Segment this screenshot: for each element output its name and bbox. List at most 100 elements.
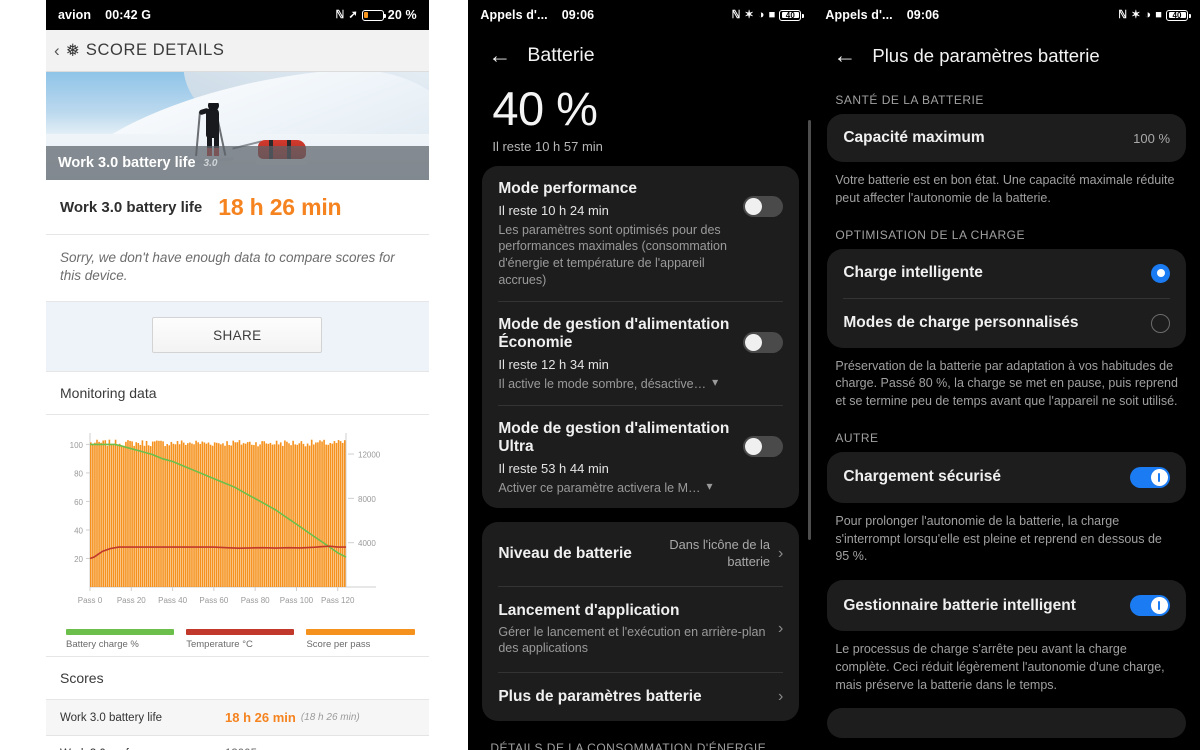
carrier-label: Appels d'... (480, 8, 548, 22)
signal-icon: ■ (1155, 8, 1163, 21)
page-title: Plus de paramètres batterie (872, 44, 1100, 66)
nav-text: Plus de paramètres batterie (498, 688, 770, 706)
nfc-icon: ℕ (731, 8, 741, 21)
mode-remaining: Il reste 12 h 34 min (498, 356, 609, 372)
power-modes-card: Mode performance Il reste 10 h 24 min Le… (482, 166, 800, 509)
battery-percent-label: 40 (1172, 10, 1182, 20)
nfc-icon: ℕ (335, 8, 345, 21)
page-title: Batterie (527, 44, 595, 66)
row-title: Gestionnaire batterie intelligent (843, 596, 1076, 614)
share-button[interactable]: SHARE (152, 317, 323, 354)
scrollbar[interactable] (808, 120, 812, 540)
score-row-value: 18 h 26 min (225, 710, 296, 726)
status-bar-left: avion 00:42 G (58, 8, 151, 22)
chargement-securise-description: Pour prolonger l'autonomie de la batteri… (835, 513, 1162, 564)
battery-percent-big: 40 % (492, 82, 598, 135)
status-bar-right: ℕ ➚ 20 % (336, 8, 417, 22)
battery-percent-label: 40 (785, 10, 795, 20)
hero-version: 3.0 (203, 157, 218, 169)
nav-item-lancement-application[interactable]: Lancement d'application Gérer le lanceme… (498, 587, 783, 673)
charge-optimisation-description: Préservation de la batterie par adaptati… (835, 358, 1178, 409)
radio-modes-personnalises[interactable] (1151, 313, 1171, 333)
score-row-subvalue: (18 h 26 min) (300, 712, 360, 724)
toggle-gestionnaire-batterie[interactable] (1130, 595, 1171, 616)
radio-charge-intelligente[interactable] (1151, 263, 1171, 283)
chevron-right-icon[interactable]: › (778, 688, 783, 706)
nav-item-niveau-de-batterie[interactable]: Niveau de batterie Dans l'icône de la ba… (498, 522, 783, 585)
status-bar-panel3: Appels d'... 09:06 ℕ ✶ ◑ ■ 40 (813, 0, 1200, 30)
option-title: Modes de charge personnalisés (843, 314, 1079, 331)
battery-icon (361, 9, 387, 21)
row-chargement-securise[interactable]: Chargement sécurisé (843, 452, 1171, 503)
mode-toggle-economie[interactable] (743, 331, 784, 353)
chevron-down-icon[interactable]: ▾ (707, 479, 713, 493)
page-title: SCORE DETAILS (85, 41, 225, 59)
chevron-right-icon[interactable]: › (778, 545, 783, 563)
mode-item-ultra[interactable]: Mode de gestion d'alimentation Ultra Il … (498, 406, 784, 509)
monitoring-chart: 20 40 60 80 100 4000 8000 12000 Pass 0 Pass 20 Pas… (46, 415, 429, 657)
nav-item-plus-de-parametres[interactable]: Plus de paramètres batterie › (498, 673, 783, 721)
svg-text:80: 80 (74, 470, 83, 479)
legend-label-score: Score per pass (306, 639, 371, 651)
primary-score-row: Work 3.0 battery life 18 h 26 min (46, 180, 429, 235)
row-gestionnaire-batterie[interactable]: Gestionnaire batterie intelligent (843, 580, 1171, 631)
bluetooth-icon: ✶ (744, 8, 754, 21)
group-label-optimisation: OPTIMISATION DE LA CHARGE (835, 227, 1025, 242)
mode-description-row[interactable]: Il active le mode sombre, désactive… ▾ (498, 372, 733, 393)
app-bar-score-details: ‹ ❅ SCORE DETAILS (46, 30, 429, 72)
option-charge-intelligente[interactable]: Charge intelligente (843, 249, 1171, 298)
mode-text: Mode performance Il reste 10 h 24 min Le… (498, 180, 743, 289)
primary-score-value: 18 h 26 min (218, 193, 342, 220)
wifi-icon: ◑ (757, 8, 765, 21)
row-title: Capacité maximum (843, 129, 985, 146)
battery-header: ← Batterie (468, 30, 813, 77)
svg-text:Pass 0: Pass 0 (78, 596, 103, 605)
mode-title: Mode de gestion d'alimentation Ultra (498, 419, 730, 456)
nav-text: Niveau de batterie (498, 545, 650, 563)
score-row-label: Work 3.0 battery life (60, 711, 163, 724)
row-value: 100 % (1133, 130, 1171, 146)
battery-remaining-label: Il reste 10 h 57 min (492, 139, 603, 154)
wifi-icon: ◑ (1144, 8, 1152, 21)
mode-description-row[interactable]: Activer ce paramètre activera le M… ▾ (498, 476, 733, 497)
hero-caption: Work 3.0 battery life 3.0 (46, 146, 429, 180)
back-arrow-icon[interactable]: ← (488, 44, 511, 67)
chevron-down-icon[interactable]: ▾ (712, 375, 718, 389)
svg-text:Pass 40: Pass 40 (158, 596, 187, 605)
row-title: Chargement sécurisé (843, 468, 1002, 486)
battery-nav-card: Niveau de batterie Dans l'icône de la ba… (482, 522, 800, 722)
mode-toggle-performance[interactable] (743, 196, 784, 217)
svg-text:Pass 120: Pass 120 (321, 596, 355, 605)
mode-toggle-ultra[interactable] (743, 435, 784, 457)
mode-remaining: Il reste 53 h 44 min (498, 460, 609, 476)
svg-text:Pass 80: Pass 80 (241, 596, 270, 605)
group-label-consommation: DÉTAILS DE LA CONSOMMATION D'ÉNERGIE (490, 741, 767, 750)
mode-item-performance[interactable]: Mode performance Il reste 10 h 24 min Le… (498, 166, 784, 301)
group-label-autre: AUTRE (835, 430, 879, 445)
option-modes-personnalises[interactable]: Modes de charge personnalisés (843, 299, 1171, 348)
nav-title: Lancement d'application (498, 601, 680, 619)
group-label-sante: SANTÉ DE LA BATTERIE (835, 93, 984, 107)
row-capacite-maximum[interactable]: Capacité maximum 100 % (843, 114, 1170, 162)
hero-image: Work 3.0 battery life 3.0 (46, 72, 429, 180)
screenshot-stage: avion 00:42 G ℕ ➚ 20 % ‹ ❅ SCORE DETAILS (0, 0, 1200, 750)
battery-percent-label: 20 % (387, 8, 417, 22)
back-arrow-icon[interactable]: ← (833, 44, 856, 67)
chevron-right-icon[interactable]: › (778, 620, 783, 638)
legend-label-battery: Battery charge % (66, 639, 139, 651)
status-bar-panel1: avion 00:42 G ℕ ➚ 20 % (46, 0, 429, 30)
panel-more-battery-settings: Appels d'... 09:06 ℕ ✶ ◑ ■ 40 ← Plus de … (813, 0, 1200, 750)
option-title: Charge intelligente (843, 264, 983, 281)
no-comparison-data-note: Sorry, we don't have enough data to comp… (46, 235, 429, 303)
mode-item-economie[interactable]: Mode de gestion d'alimentation Économie … (498, 302, 784, 405)
carrier-label: Appels d'... (825, 8, 893, 22)
airplane-icon: ➚ (348, 8, 358, 21)
legend-item-score: Score per pass (306, 629, 415, 651)
gestionnaire-batterie-description: Le processus de charge s'arrête peu avan… (835, 642, 1165, 692)
back-chevron-icon[interactable]: ‹ (54, 41, 60, 61)
svg-text:40: 40 (74, 527, 83, 536)
toggle-chargement-securise[interactable] (1130, 466, 1171, 488)
status-bar-panel2: Appels d'... 09:06 ℕ ✶ ◑ ■ 40 (468, 0, 814, 30)
status-bar-left: Appels d'... 09:06 (825, 8, 939, 22)
status-bar-left: Appels d'... 09:06 (480, 8, 594, 22)
